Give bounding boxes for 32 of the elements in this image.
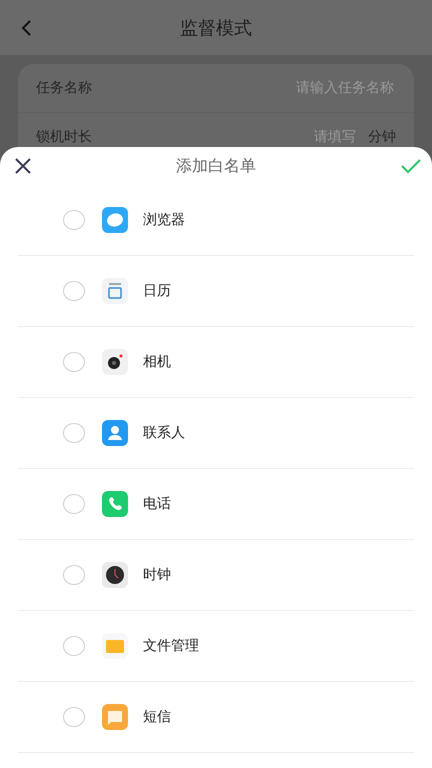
radio-button[interactable] — [63, 352, 85, 372]
camera-icon — [102, 349, 128, 375]
radio-button[interactable] — [63, 210, 85, 230]
back-icon[interactable] — [20, 19, 32, 37]
clock-icon — [102, 562, 128, 588]
browser-icon — [102, 207, 128, 233]
radio-button[interactable] — [63, 423, 85, 443]
app-name: 时钟 — [143, 566, 171, 584]
phone-icon — [102, 491, 128, 517]
sheet-title: 添加白名单 — [176, 156, 256, 176]
app-name: 日历 — [143, 282, 171, 300]
radio-button[interactable] — [63, 565, 85, 585]
check-icon — [400, 158, 422, 174]
calendar-icon — [102, 278, 128, 304]
app-name: 短信 — [143, 708, 171, 726]
close-icon — [14, 157, 32, 175]
app-name: 文件管理 — [143, 637, 199, 655]
field-label: 任务名称 — [36, 79, 93, 97]
app-name: 电话 — [143, 495, 171, 513]
field-label: 锁机时长 — [36, 128, 93, 146]
app-name: 相机 — [143, 353, 171, 371]
page-title: 监督模式 — [180, 16, 252, 40]
folder-icon — [102, 633, 128, 659]
radio-button[interactable] — [63, 494, 85, 514]
message-icon — [102, 704, 128, 730]
app-name: 联系人 — [143, 424, 185, 442]
app-name: 浏览器 — [143, 211, 185, 229]
contacts-icon — [102, 420, 128, 446]
unit-label: 分钟 — [368, 128, 396, 146]
radio-button[interactable] — [63, 707, 85, 727]
radio-button[interactable] — [63, 281, 85, 301]
radio-button[interactable] — [63, 636, 85, 656]
